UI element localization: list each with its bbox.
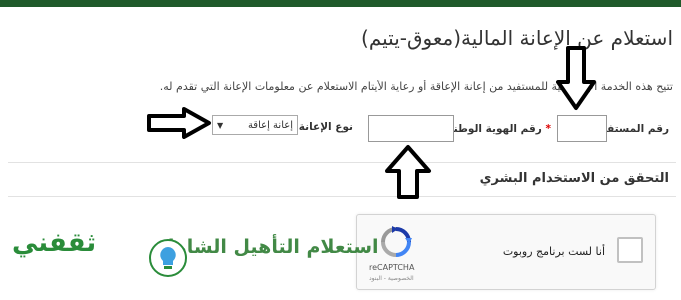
lightbulb-icon [149,239,187,277]
section-divider [8,162,676,163]
watermark-text: استعلام التأهيل الشامل [158,236,379,258]
beneficiary-number-label: رقم المستفيد [596,123,669,135]
top-bar [0,0,681,7]
page-title: استعلام عن الإعانة المالية(معوق-يتيم) [361,26,673,50]
aid-type-selected-value: إعانة إعاقة [247,119,293,131]
verification-title: التحقق من الاستخدام البشري [479,171,669,186]
national-id-input[interactable] [368,115,454,142]
recaptcha-brand: reCAPTCHA [369,263,415,272]
section-divider-2 [8,196,676,197]
recaptcha-label: أنا لست برنامج روبوت [502,245,605,258]
recaptcha-widget: أنا لست برنامج روبوت reCAPTCHA الخصوصية … [356,214,656,290]
watermark-logo: ثقفني [12,228,97,258]
recaptcha-logo-icon [381,226,412,257]
aid-type-label: نوع الإعانة [298,121,353,133]
arrow-down-icon [556,46,596,110]
national-id-label-text: رقم الهوية الوطنية [443,123,542,135]
aid-type-select[interactable]: إعانة إعاقة ▼ [212,115,298,135]
required-mark: * [545,123,552,135]
recaptcha-checkbox[interactable] [617,237,643,263]
beneficiary-number-input[interactable] [557,115,607,142]
recaptcha-terms-link[interactable]: الخصوصية - البنود [369,275,414,282]
national-id-label: * رقم الهوية الوطنية [443,123,551,135]
arrow-up-icon [385,145,431,199]
arrow-right-icon [147,107,211,139]
chevron-down-icon: ▼ [217,120,224,130]
